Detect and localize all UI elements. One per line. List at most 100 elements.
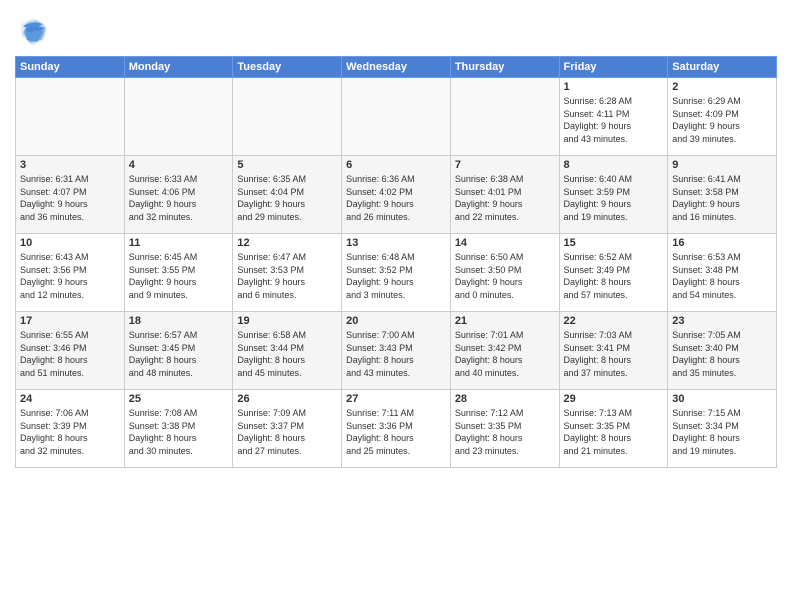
day-number: 27 [346, 393, 446, 405]
day-info: Sunrise: 7:05 AM Sunset: 3:40 PM Dayligh… [672, 329, 772, 379]
weekday-header: Saturday [668, 57, 777, 78]
day-info: Sunrise: 6:50 AM Sunset: 3:50 PM Dayligh… [455, 251, 555, 301]
day-number: 20 [346, 315, 446, 327]
weekday-header-row: SundayMondayTuesdayWednesdayThursdayFrid… [16, 57, 777, 78]
day-number: 10 [20, 237, 120, 249]
day-number: 15 [564, 237, 664, 249]
calendar-cell: 27 Sunrise: 7:11 AM Sunset: 3:36 PM Dayli… [342, 390, 451, 468]
day-number: 22 [564, 315, 664, 327]
calendar-cell: 16 Sunrise: 6:53 AM Sunset: 3:48 PM Dayli… [668, 234, 777, 312]
day-number: 19 [237, 315, 337, 327]
day-info: Sunrise: 6:29 AM Sunset: 4:09 PM Dayligh… [672, 95, 772, 145]
calendar-week-row: 3 Sunrise: 6:31 AM Sunset: 4:07 PM Daylig… [16, 156, 777, 234]
day-number: 12 [237, 237, 337, 249]
day-number: 7 [455, 159, 555, 171]
day-info: Sunrise: 6:52 AM Sunset: 3:49 PM Dayligh… [564, 251, 664, 301]
day-info: Sunrise: 6:53 AM Sunset: 3:48 PM Dayligh… [672, 251, 772, 301]
header [15, 10, 777, 50]
calendar-cell: 22 Sunrise: 7:03 AM Sunset: 3:41 PM Dayli… [559, 312, 668, 390]
day-number: 5 [237, 159, 337, 171]
calendar-cell: 2 Sunrise: 6:29 AM Sunset: 4:09 PM Daylig… [668, 78, 777, 156]
calendar-cell: 1 Sunrise: 6:28 AM Sunset: 4:11 PM Daylig… [559, 78, 668, 156]
day-number: 4 [129, 159, 229, 171]
day-number: 17 [20, 315, 120, 327]
day-number: 2 [672, 81, 772, 93]
calendar-week-row: 10Sunrise: 6:43 AM Sunset: 3:56 PM Dayli… [16, 234, 777, 312]
day-number: 6 [346, 159, 446, 171]
day-number: 11 [129, 237, 229, 249]
day-info: Sunrise: 6:35 AM Sunset: 4:04 PM Dayligh… [237, 173, 337, 223]
day-info: Sunrise: 7:03 AM Sunset: 3:41 PM Dayligh… [564, 329, 664, 379]
calendar-cell: 30 Sunrise: 7:15 AM Sunset: 3:34 PM Dayli… [668, 390, 777, 468]
day-info: Sunrise: 7:06 AM Sunset: 3:39 PM Dayligh… [20, 407, 120, 457]
calendar-week-row: 17Sunrise: 6:55 AM Sunset: 3:46 PM Dayli… [16, 312, 777, 390]
weekday-header: Thursday [450, 57, 559, 78]
calendar-cell: 14 Sunrise: 6:50 AM Sunset: 3:50 PM Dayli… [450, 234, 559, 312]
calendar-cell: 15 Sunrise: 6:52 AM Sunset: 3:49 PM Dayli… [559, 234, 668, 312]
calendar-cell: 18Sunrise: 6:57 AM Sunset: 3:45 PM Dayli… [124, 312, 233, 390]
day-info: Sunrise: 7:15 AM Sunset: 3:34 PM Dayligh… [672, 407, 772, 457]
calendar-week-row: 1 Sunrise: 6:28 AM Sunset: 4:11 PM Daylig… [16, 78, 777, 156]
day-info: Sunrise: 6:47 AM Sunset: 3:53 PM Dayligh… [237, 251, 337, 301]
calendar-cell: 26 Sunrise: 7:09 AM Sunset: 3:37 PM Dayli… [233, 390, 342, 468]
day-number: 14 [455, 237, 555, 249]
weekday-header: Sunday [16, 57, 125, 78]
calendar-cell: 3 Sunrise: 6:31 AM Sunset: 4:07 PM Daylig… [16, 156, 125, 234]
weekday-header: Monday [124, 57, 233, 78]
calendar-cell: 21 Sunrise: 7:01 AM Sunset: 3:42 PM Dayli… [450, 312, 559, 390]
calendar-cell: 28Sunrise: 7:12 AM Sunset: 3:35 PM Dayli… [450, 390, 559, 468]
day-number: 26 [237, 393, 337, 405]
day-number: 21 [455, 315, 555, 327]
day-info: Sunrise: 7:00 AM Sunset: 3:43 PM Dayligh… [346, 329, 446, 379]
day-info: Sunrise: 6:40 AM Sunset: 3:59 PM Dayligh… [564, 173, 664, 223]
day-info: Sunrise: 7:13 AM Sunset: 3:35 PM Dayligh… [564, 407, 664, 457]
day-info: Sunrise: 7:01 AM Sunset: 3:42 PM Dayligh… [455, 329, 555, 379]
day-info: Sunrise: 6:33 AM Sunset: 4:06 PM Dayligh… [129, 173, 229, 223]
calendar: SundayMondayTuesdayWednesdayThursdayFrid… [15, 56, 777, 468]
day-number: 28 [455, 393, 555, 405]
day-number: 25 [129, 393, 229, 405]
day-number: 30 [672, 393, 772, 405]
logo [15, 14, 55, 50]
day-number: 16 [672, 237, 772, 249]
calendar-cell [233, 78, 342, 156]
day-info: Sunrise: 6:28 AM Sunset: 4:11 PM Dayligh… [564, 95, 664, 145]
day-info: Sunrise: 6:31 AM Sunset: 4:07 PM Dayligh… [20, 173, 120, 223]
calendar-cell: 9 Sunrise: 6:41 AM Sunset: 3:58 PM Daylig… [668, 156, 777, 234]
calendar-cell: 19 Sunrise: 6:58 AM Sunset: 3:44 PM Dayli… [233, 312, 342, 390]
weekday-header: Wednesday [342, 57, 451, 78]
day-info: Sunrise: 7:11 AM Sunset: 3:36 PM Dayligh… [346, 407, 446, 457]
calendar-cell: 17Sunrise: 6:55 AM Sunset: 3:46 PM Dayli… [16, 312, 125, 390]
calendar-cell: 4 Sunrise: 6:33 AM Sunset: 4:06 PM Daylig… [124, 156, 233, 234]
calendar-cell: 5 Sunrise: 6:35 AM Sunset: 4:04 PM Daylig… [233, 156, 342, 234]
calendar-cell: 8Sunrise: 6:40 AM Sunset: 3:59 PM Daylig… [559, 156, 668, 234]
day-info: Sunrise: 6:57 AM Sunset: 3:45 PM Dayligh… [129, 329, 229, 379]
calendar-cell: 24 Sunrise: 7:06 AM Sunset: 3:39 PM Dayli… [16, 390, 125, 468]
calendar-cell: 13Sunrise: 6:48 AM Sunset: 3:52 PM Dayli… [342, 234, 451, 312]
calendar-cell: 11 Sunrise: 6:45 AM Sunset: 3:55 PM Dayli… [124, 234, 233, 312]
weekday-header: Friday [559, 57, 668, 78]
calendar-week-row: 24 Sunrise: 7:06 AM Sunset: 3:39 PM Dayli… [16, 390, 777, 468]
calendar-cell [16, 78, 125, 156]
day-info: Sunrise: 6:58 AM Sunset: 3:44 PM Dayligh… [237, 329, 337, 379]
day-info: Sunrise: 6:41 AM Sunset: 3:58 PM Dayligh… [672, 173, 772, 223]
calendar-cell: 20 Sunrise: 7:00 AM Sunset: 3:43 PM Dayli… [342, 312, 451, 390]
day-number: 23 [672, 315, 772, 327]
calendar-cell [450, 78, 559, 156]
calendar-cell [342, 78, 451, 156]
calendar-cell: 6 Sunrise: 6:36 AM Sunset: 4:02 PM Daylig… [342, 156, 451, 234]
day-number: 1 [564, 81, 664, 93]
day-number: 3 [20, 159, 120, 171]
day-info: Sunrise: 7:08 AM Sunset: 3:38 PM Dayligh… [129, 407, 229, 457]
day-number: 9 [672, 159, 772, 171]
day-info: Sunrise: 7:09 AM Sunset: 3:37 PM Dayligh… [237, 407, 337, 457]
day-number: 24 [20, 393, 120, 405]
calendar-cell: 23 Sunrise: 7:05 AM Sunset: 3:40 PM Dayli… [668, 312, 777, 390]
day-info: Sunrise: 6:36 AM Sunset: 4:02 PM Dayligh… [346, 173, 446, 223]
day-info: Sunrise: 6:45 AM Sunset: 3:55 PM Dayligh… [129, 251, 229, 301]
day-number: 29 [564, 393, 664, 405]
page: SundayMondayTuesdayWednesdayThursdayFrid… [0, 0, 792, 612]
logo-icon [15, 14, 51, 50]
calendar-cell: 10Sunrise: 6:43 AM Sunset: 3:56 PM Dayli… [16, 234, 125, 312]
day-info: Sunrise: 6:48 AM Sunset: 3:52 PM Dayligh… [346, 251, 446, 301]
